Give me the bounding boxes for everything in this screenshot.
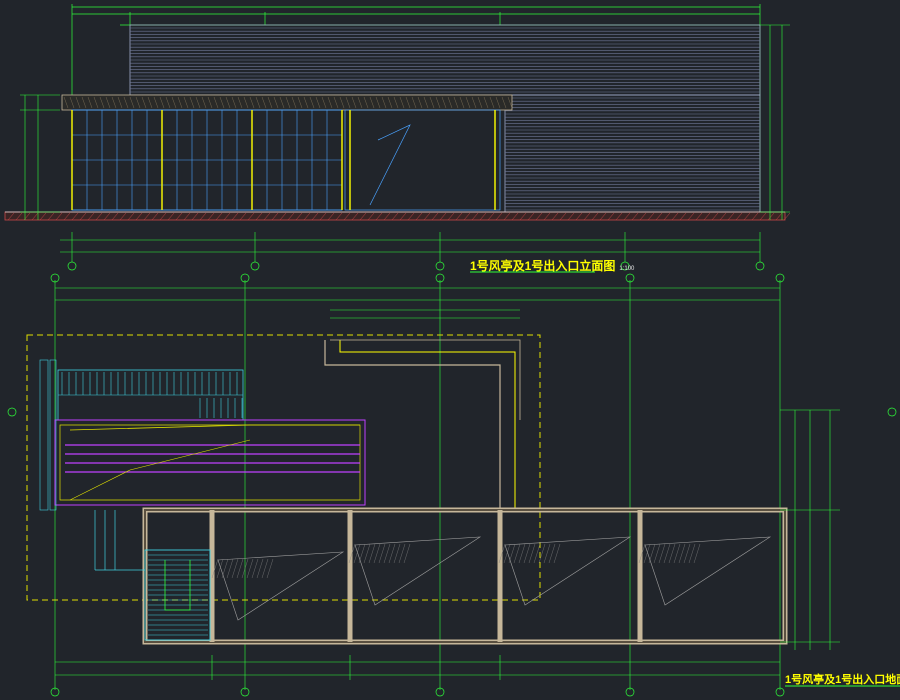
elevation-roof-slab bbox=[61, 94, 513, 111]
cad-drawing-canvas bbox=[0, 0, 900, 700]
elevation-title-text: 1号风亭及1号出入口立面图 bbox=[470, 259, 616, 273]
elevation-scale: 1:100 bbox=[619, 266, 635, 272]
plan-title-text: 1号风亭及1号出入口地面平面 bbox=[785, 674, 900, 686]
plan-title: 1号风亭及1号出入口地面平面 bbox=[785, 671, 900, 687]
elevation-title: 1号风亭及1号出入口立面图 1:100 bbox=[470, 257, 634, 274]
elevation-ground bbox=[4, 211, 791, 221]
